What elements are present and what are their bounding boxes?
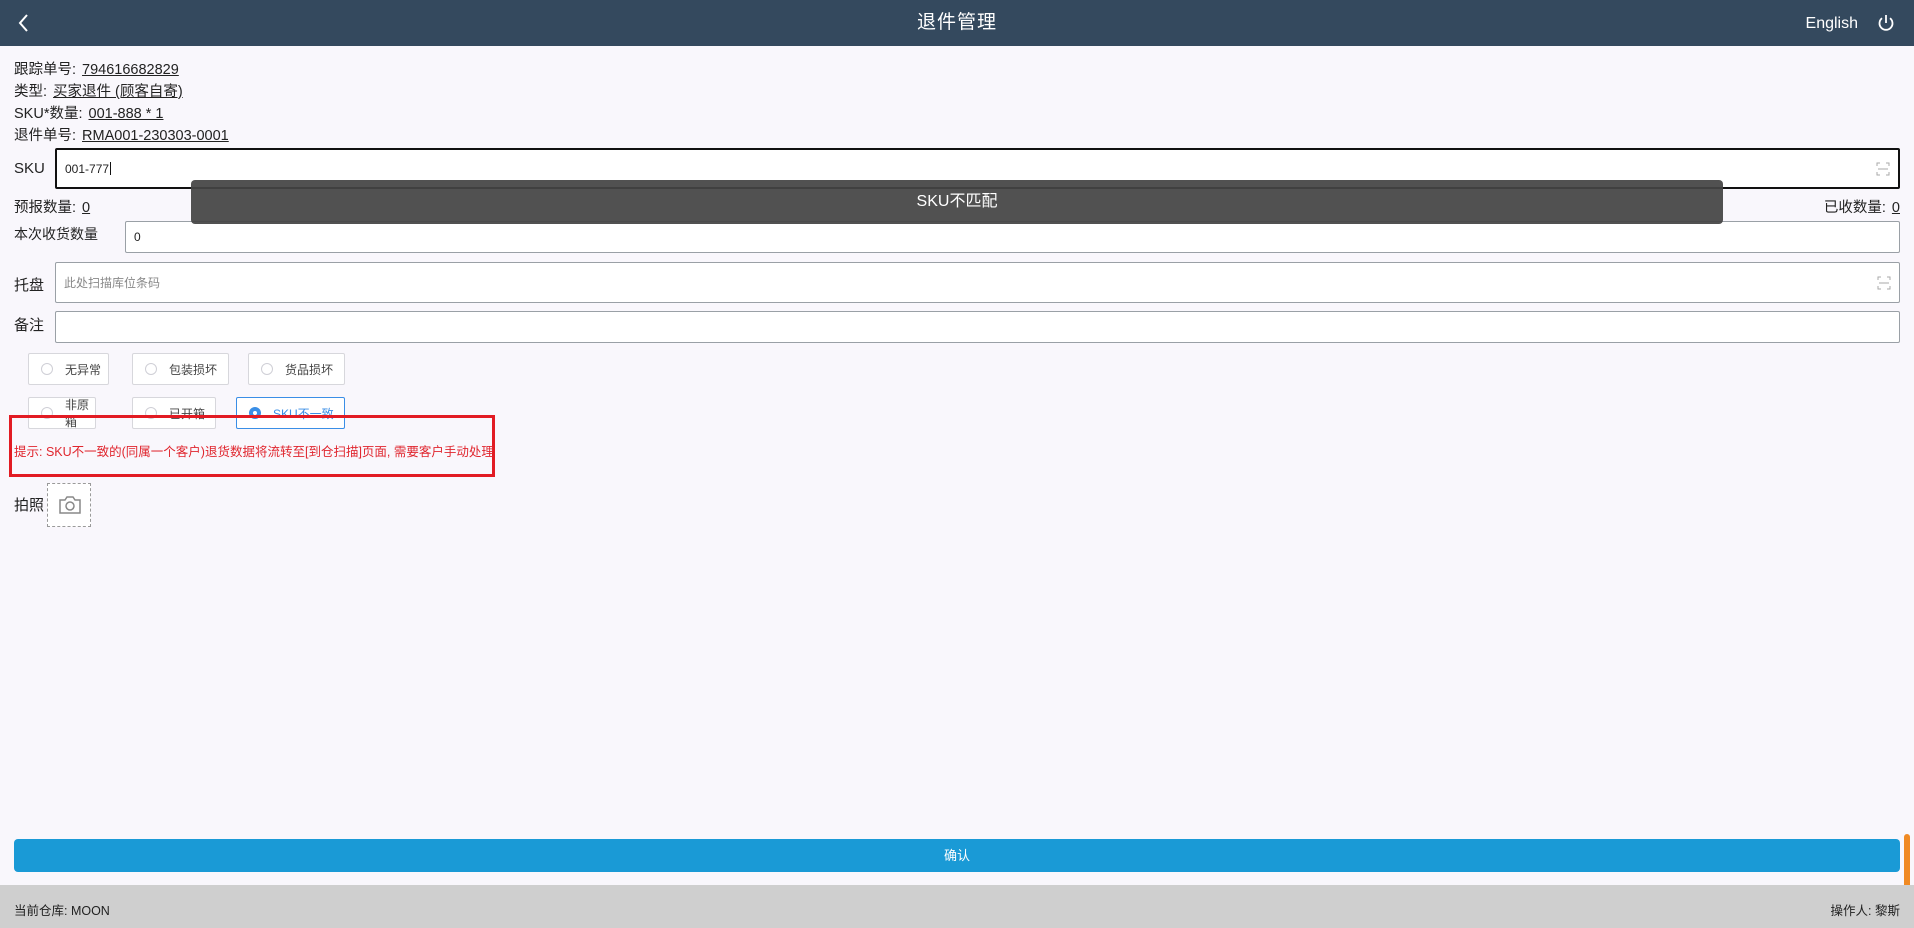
photo-label: 拍照 — [14, 497, 45, 514]
pallet-input[interactable]: 此处扫描库位条码 — [55, 262, 1900, 303]
scan-icon[interactable] — [1876, 162, 1890, 176]
type-line: 类型: 买家退件 (顾客自寄) — [14, 82, 183, 102]
sku-qty-label: SKU*数量: — [14, 106, 83, 122]
photo-upload-button[interactable] — [47, 483, 91, 527]
tracking-number-label: 跟踪单号: — [14, 62, 77, 78]
sku-qty-value: 001-888 * 1 — [88, 106, 164, 122]
current-warehouse: 当前仓库: MOON — [14, 904, 110, 918]
receive-qty-label: 本次收货数量 — [14, 226, 98, 242]
scrollbar-thumb[interactable] — [1904, 834, 1910, 892]
status-bar: 当前仓库: MOON 操作人: 黎斯 — [0, 885, 1914, 928]
pallet-placeholder: 此处扫描库位条码 — [64, 276, 161, 290]
condition-option-no-issue[interactable]: 无异常 — [28, 353, 109, 385]
received-qty-label: 已收数量: — [1823, 200, 1886, 216]
text-caret — [110, 162, 112, 175]
sku-input-value: 001-777 — [65, 161, 110, 176]
received-qty: 已收数量: 0 — [1824, 196, 1900, 217]
radio-dot — [41, 363, 53, 375]
return-number-label: 退件单号: — [14, 128, 77, 144]
remark-input[interactable] — [55, 311, 1900, 343]
hint-text: 提示: SKU不一致的(同属一个客户)退货数据将流转至[到仓扫描]页面, 需要客… — [14, 445, 494, 459]
radio-dot — [261, 363, 273, 375]
condition-option-goods-damaged[interactable]: 货品损坏 — [248, 353, 345, 385]
condition-label: 货品损坏 — [285, 362, 334, 377]
forecast-qty-value: 0 — [82, 200, 91, 216]
condition-option-package-damaged[interactable]: 包装损坏 — [132, 353, 229, 385]
sku-qty-line: SKU*数量: 001-888 * 1 — [14, 104, 163, 124]
power-icon[interactable] — [1876, 13, 1896, 33]
toast-message: SKU不匹配 — [191, 180, 1723, 224]
remark-label: 备注 — [14, 317, 45, 334]
receive-qty-value: 0 — [134, 230, 141, 244]
forecast-qty-label: 预报数量: — [14, 200, 77, 216]
condition-label: 无异常 — [65, 362, 102, 377]
received-qty-value: 0 — [1891, 200, 1900, 216]
receive-qty-input[interactable]: 0 — [125, 221, 1900, 253]
return-number-line: 退件单号: RMA001-230303-0001 — [14, 126, 229, 146]
operator: 操作人: 黎斯 — [1830, 904, 1900, 918]
confirm-button[interactable]: 确认 — [14, 839, 1900, 872]
top-bar: 退件管理 English — [0, 0, 1914, 46]
language-switch[interactable]: English — [1806, 0, 1858, 46]
condition-label: 包装损坏 — [169, 362, 218, 377]
type-label: 类型: — [14, 84, 48, 100]
type-value: 买家退件 (顾客自寄) — [53, 84, 183, 100]
tracking-number-value[interactable]: 794616682829 — [82, 62, 179, 78]
page-title: 退件管理 — [916, 12, 997, 33]
forecast-qty: 预报数量: 0 — [14, 196, 90, 217]
sku-label: SKU — [14, 160, 45, 177]
scan-icon[interactable] — [1877, 276, 1891, 290]
tracking-number-line: 跟踪单号: 794616682829 — [14, 60, 179, 80]
return-number-value[interactable]: RMA001-230303-0001 — [82, 128, 229, 144]
camera-icon — [59, 496, 81, 514]
radio-dot — [145, 363, 157, 375]
pallet-label: 托盘 — [14, 277, 45, 294]
